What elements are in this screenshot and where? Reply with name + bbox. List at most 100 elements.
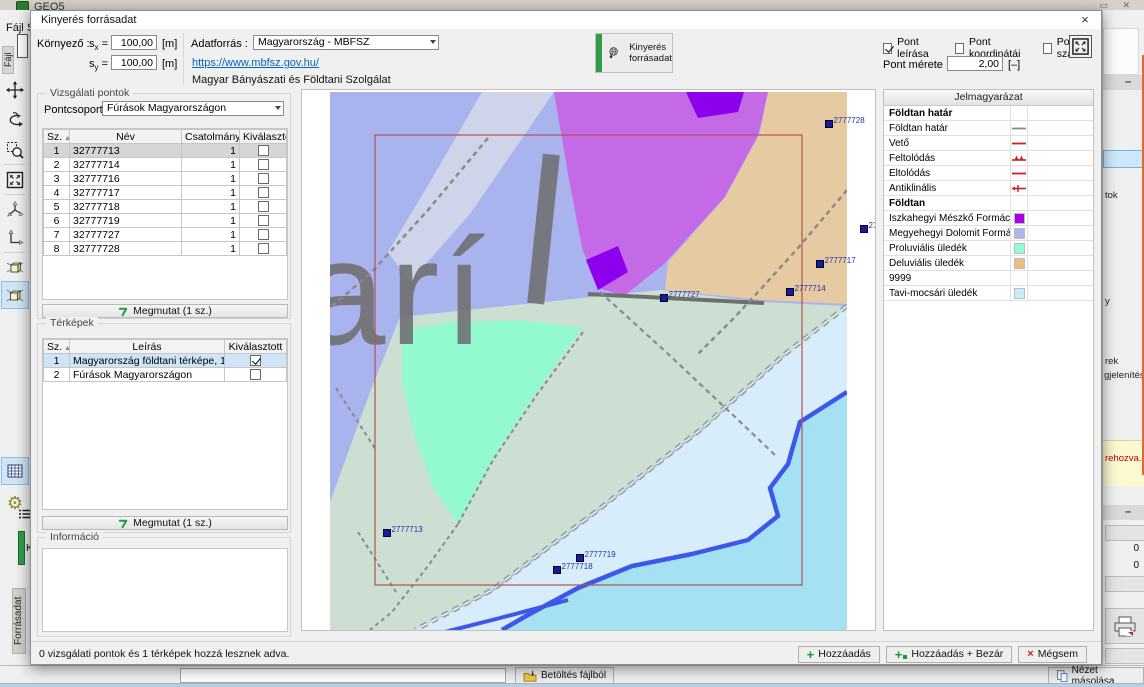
show-points-button[interactable]: Megmutat (1 sz.) <box>42 304 288 318</box>
load-from-file-button[interactable]: Betöltés fájlból <box>515 667 614 684</box>
survey-point-marker[interactable] <box>817 261 824 268</box>
button-fragment[interactable] <box>1105 525 1144 541</box>
selected-list-item-fragment[interactable] <box>1103 150 1144 168</box>
table-row[interactable]: 6327777191 <box>44 214 287 228</box>
row-checkbox[interactable] <box>250 369 261 380</box>
point-coordinates-checkbox[interactable] <box>955 43 964 54</box>
table-row[interactable]: 2Fúrások Magyarországon <box>44 368 287 382</box>
tables-icon[interactable] <box>1 457 29 485</box>
table-cell: 1 <box>182 158 240 172</box>
cancel-button[interactable]: × Mégsem <box>1018 646 1087 663</box>
survey-point-marker[interactable] <box>577 555 584 562</box>
row-checkbox[interactable] <box>250 355 261 366</box>
pointgroup-dropdown[interactable]: Fúrások Magyarországon <box>102 101 284 116</box>
button-fragment[interactable] <box>1105 648 1144 664</box>
pan-tool-icon[interactable] <box>1 76 29 104</box>
col-header-selected[interactable]: Kiválasztott <box>240 130 287 144</box>
table-row[interactable]: 3327777161 <box>44 172 287 186</box>
axes-3d-icon[interactable] <box>1 195 29 223</box>
row-checkbox[interactable] <box>258 229 269 240</box>
row-checkbox[interactable] <box>258 145 269 156</box>
perspective-view-icon[interactable] <box>1 253 29 281</box>
table-row[interactable]: 2327777141 <box>44 158 287 172</box>
extract-source-data-button[interactable]: Kinyerésforrásadat <box>595 33 673 73</box>
show-maps-button[interactable]: Megmutat (1 sz.) <box>42 516 288 530</box>
col-header-sz[interactable]: Sz.▲ <box>44 130 70 144</box>
table-row[interactable]: 4327777171 <box>44 186 287 200</box>
file-path-input[interactable] <box>180 668 506 683</box>
count-value: 0 <box>1133 543 1139 554</box>
copy-view-button[interactable]: Nézet másolása <box>1048 667 1144 684</box>
col-header-name[interactable]: Név <box>70 130 182 144</box>
printer-icon <box>1113 615 1137 637</box>
zoom-select-icon[interactable] <box>1 136 29 164</box>
survey-point-marker[interactable] <box>787 289 794 296</box>
survey-point-marker[interactable] <box>661 295 668 302</box>
table-row[interactable]: 7327777271 <box>44 228 287 242</box>
survey-point-marker[interactable] <box>826 121 833 128</box>
warning-box-fragment: rehozva. <box>1103 440 1144 486</box>
line-symbol-icon <box>1010 136 1028 150</box>
collapse-icon[interactable]: – <box>1125 506 1131 518</box>
table-row[interactable]: 5327777181 <box>44 200 287 214</box>
col-header-description[interactable]: Leírás <box>70 340 225 354</box>
row-checkbox[interactable] <box>258 215 269 226</box>
datasource-dropdown[interactable]: Magyarország - MBFSZ <box>253 35 439 50</box>
table-cell: 6 <box>44 214 70 228</box>
axes-2d-icon[interactable] <box>1 224 29 252</box>
point-number-checkbox[interactable] <box>1043 43 1052 54</box>
table-row[interactable]: 1327777131 <box>44 144 287 158</box>
point-description-checkbox[interactable] <box>883 43 892 54</box>
points-table: Sz.▲ Név Csatolmányok Kiválasztott 13277… <box>43 129 287 256</box>
axonometry-view-icon[interactable] <box>1 281 29 309</box>
row-checkbox[interactable] <box>258 201 269 212</box>
point-size-input[interactable] <box>947 56 1003 71</box>
survey-point-marker[interactable] <box>554 567 561 574</box>
dialog-close-icon[interactable]: × <box>1077 12 1093 28</box>
expand-arrows-icon <box>1072 38 1089 55</box>
map-canvas[interactable]: arí 27777282727777172777714277772 <box>302 90 876 631</box>
datasource-link[interactable]: https://www.mbfsz.gov.hu/ <box>192 57 319 69</box>
fit-view-icon[interactable] <box>1 166 29 194</box>
survey-point-label: 2777714 <box>795 284 827 293</box>
row-checkbox[interactable] <box>258 173 269 184</box>
row-checkbox[interactable] <box>258 159 269 170</box>
survey-point-marker[interactable] <box>861 226 868 233</box>
sx-input[interactable] <box>111 35 157 50</box>
rotate-tool-icon[interactable] <box>1 106 29 134</box>
text-fragment: tok <box>1105 190 1118 201</box>
tab-forrasadat-vertical[interactable]: Forrásadat <box>12 588 26 654</box>
text-fragment: gjelenítése <box>1104 370 1144 381</box>
col-header-selected[interactable]: Kiválasztott <box>225 340 287 354</box>
legend-label: Földtan határ <box>884 108 1010 119</box>
table-row[interactable]: 8327777281 <box>44 242 287 256</box>
add-and-close-button[interactable]: + Hozzáadás + Bezár <box>886 646 1013 663</box>
button-fragment[interactable] <box>1105 576 1144 592</box>
print-button-fragment[interactable] <box>1105 608 1144 644</box>
map-page: arí 27777282727777172777714277772 <box>301 89 876 631</box>
add-button[interactable]: + Hozzáadás <box>798 646 880 663</box>
row-checkbox[interactable] <box>258 187 269 198</box>
fault-line-icon <box>1011 139 1027 148</box>
right-panel-fragment: – tok y rek gjelenítése rehozva. – 0 0 <box>1102 10 1144 665</box>
datasource-org: Magyar Bányászati és Földtani Szolgálat <box>192 74 391 86</box>
col-header-attachments[interactable]: Csatolmányok <box>182 130 240 144</box>
table-row[interactable]: 1Magyarország földtani térképe, 100 000 <box>44 354 287 368</box>
fullscreen-button[interactable] <box>1069 35 1092 58</box>
legend-row: Vető <box>884 136 1093 151</box>
collapse-icon[interactable]: – <box>1125 76 1131 88</box>
col-header-sz[interactable]: Sz.▲ <box>44 340 70 354</box>
legend-panel: Jelmagyarázat Földtan határFöldtan határ… <box>883 89 1094 631</box>
table-cell: 32777728 <box>70 242 182 256</box>
tab-file-vertical[interactable]: Fájl <box>2 46 14 74</box>
row-checkbox[interactable] <box>258 243 269 254</box>
main-titlebar: GEO5 ▭ ✕ <box>0 0 1144 10</box>
survey-point-marker[interactable] <box>384 530 391 537</box>
maximize-icon[interactable]: ▭ <box>1099 0 1108 10</box>
sy-input[interactable] <box>111 55 157 70</box>
show-arrow-icon <box>118 518 129 529</box>
menu-file[interactable]: Fájl <box>6 22 24 34</box>
pointgroup-label: Pontcsoport : <box>44 104 109 116</box>
close-window-icon[interactable]: ✕ <box>1122 0 1130 10</box>
chevron-down-icon <box>275 106 281 110</box>
